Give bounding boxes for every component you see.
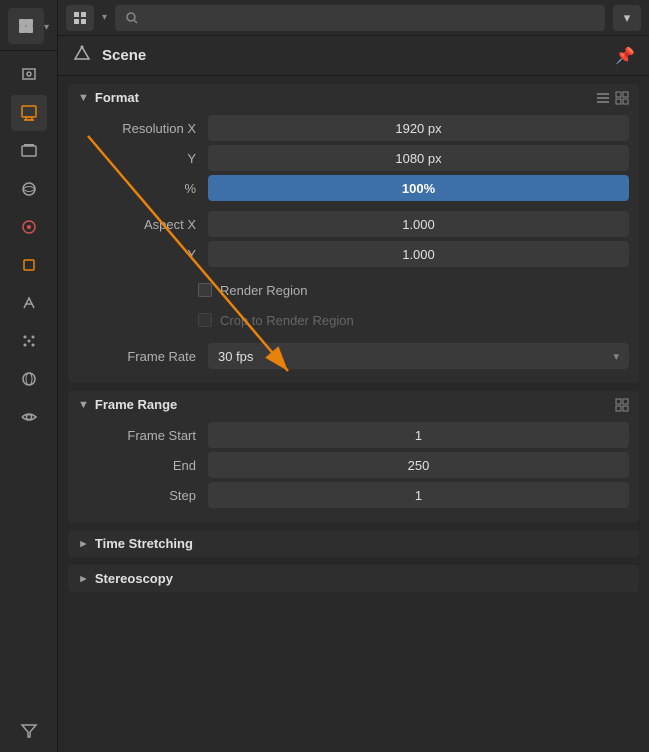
- resolution-y-value[interactable]: 1080 px: [208, 145, 629, 171]
- sidebar-icon-output[interactable]: [11, 95, 47, 131]
- time-stretching-header[interactable]: ▼ Time Stretching: [68, 530, 639, 557]
- sidebar-icon-viewlayer[interactable]: [11, 133, 47, 169]
- time-stretching-title: Time Stretching: [95, 536, 629, 551]
- dropdown-chevron-icon: ▾: [613, 350, 619, 363]
- sidebar-header: ▾: [0, 4, 57, 51]
- render-region-label: Render Region: [220, 283, 307, 298]
- frame-range-section-options[interactable]: [615, 398, 629, 412]
- frame-range-chevron-icon: ▼: [78, 399, 89, 411]
- format-section-title: Format: [95, 90, 589, 105]
- sidebar: ▾: [0, 0, 58, 752]
- frame-step-value[interactable]: 1: [208, 482, 629, 508]
- sidebar-icon-world[interactable]: [11, 209, 47, 245]
- frame-range-section: ▼ Frame Range Frame Start 1: [68, 391, 639, 522]
- sidebar-icon-particles[interactable]: [11, 323, 47, 359]
- resolution-y-row: Y 1080 px: [78, 145, 629, 171]
- format-section-header[interactable]: ▼ Format: [68, 84, 639, 111]
- scene-icon: [72, 43, 92, 68]
- render-region-row: Render Region: [78, 277, 629, 303]
- format-chevron-icon: ▼: [78, 92, 89, 104]
- search-bar[interactable]: [115, 5, 605, 31]
- sidebar-icon-physics[interactable]: [11, 361, 47, 397]
- sidebar-icon-layers[interactable]: [8, 8, 44, 44]
- aspect-x-value[interactable]: 1.000: [208, 211, 629, 237]
- sidebar-icon-object[interactable]: [11, 247, 47, 283]
- stereoscopy-chevron-icon: ▼: [77, 573, 89, 584]
- frame-end-row: End 250: [78, 452, 629, 478]
- resolution-x-value[interactable]: 1920 px: [208, 115, 629, 141]
- sidebar-icon-scenedata[interactable]: [11, 171, 47, 207]
- frame-end-value[interactable]: 250: [208, 452, 629, 478]
- frame-step-row: Step 1: [78, 482, 629, 508]
- frame-rate-value: 30 fps: [218, 349, 253, 364]
- format-section-options[interactable]: [595, 91, 629, 105]
- topbar: ▾ ▾: [58, 0, 649, 36]
- crop-render-region-label: Crop to Render Region: [220, 313, 354, 328]
- frame-start-row: Frame Start 1: [78, 422, 629, 448]
- aspect-x-label: Aspect X: [78, 217, 208, 232]
- sidebar-icon-modifier[interactable]: [11, 285, 47, 321]
- content-area: ▼ Format: [58, 76, 649, 752]
- time-stretching-chevron-icon: ▼: [77, 538, 89, 549]
- frame-range-section-title: Frame Range: [95, 397, 609, 412]
- resolution-percent-row: % 100%: [78, 175, 629, 201]
- page-title: Scene: [102, 47, 146, 64]
- stereoscopy-section: ▼ Stereoscopy: [68, 565, 639, 592]
- stereoscopy-header[interactable]: ▼ Stereoscopy: [68, 565, 639, 592]
- resolution-x-row: Resolution X 1920 px: [78, 115, 629, 141]
- frame-start-value[interactable]: 1: [208, 422, 629, 448]
- aspect-y-value[interactable]: 1.000: [208, 241, 629, 267]
- aspect-y-row: Y 1.000: [78, 241, 629, 267]
- stereoscopy-title: Stereoscopy: [95, 571, 629, 586]
- frame-rate-label: Frame Rate: [78, 349, 208, 364]
- time-stretching-section: ▼ Time Stretching: [68, 530, 639, 557]
- topbar-icon-button[interactable]: [66, 5, 94, 31]
- resolution-percent-label: %: [78, 181, 208, 196]
- properties-header: Scene 📌: [58, 36, 649, 76]
- render-region-checkbox[interactable]: [198, 283, 212, 297]
- format-section: ▼ Format: [68, 84, 639, 383]
- frame-end-label: End: [78, 458, 208, 473]
- frame-range-section-body: Frame Start 1 End 250 Step 1: [68, 418, 639, 522]
- sidebar-icon-filter[interactable]: [11, 712, 47, 748]
- frame-range-section-header[interactable]: ▼ Frame Range: [68, 391, 639, 418]
- sidebar-icon-scene[interactable]: [11, 57, 47, 93]
- topbar-chevron[interactable]: ▾: [613, 5, 641, 31]
- frame-rate-dropdown[interactable]: 30 fps ▾: [208, 343, 629, 369]
- frame-start-label: Frame Start: [78, 428, 208, 443]
- crop-render-region-checkbox[interactable]: [198, 313, 212, 327]
- pin-icon[interactable]: 📌: [615, 46, 635, 66]
- resolution-x-label: Resolution X: [78, 121, 208, 136]
- main-content: ▾ ▾ Scene 📌: [58, 0, 649, 752]
- crop-render-region-row: Crop to Render Region: [78, 307, 629, 333]
- aspect-x-row: Aspect X 1.000: [78, 211, 629, 237]
- resolution-percent-value[interactable]: 100%: [208, 175, 629, 201]
- frame-step-label: Step: [78, 488, 208, 503]
- format-section-body: Resolution X 1920 px Y 1080 px %: [68, 111, 639, 383]
- sidebar-icon-constraints[interactable]: [11, 399, 47, 435]
- resolution-y-label: Y: [78, 151, 208, 166]
- frame-rate-row: Frame Rate 30 fps ▾: [78, 343, 629, 369]
- aspect-y-label: Y: [78, 247, 208, 262]
